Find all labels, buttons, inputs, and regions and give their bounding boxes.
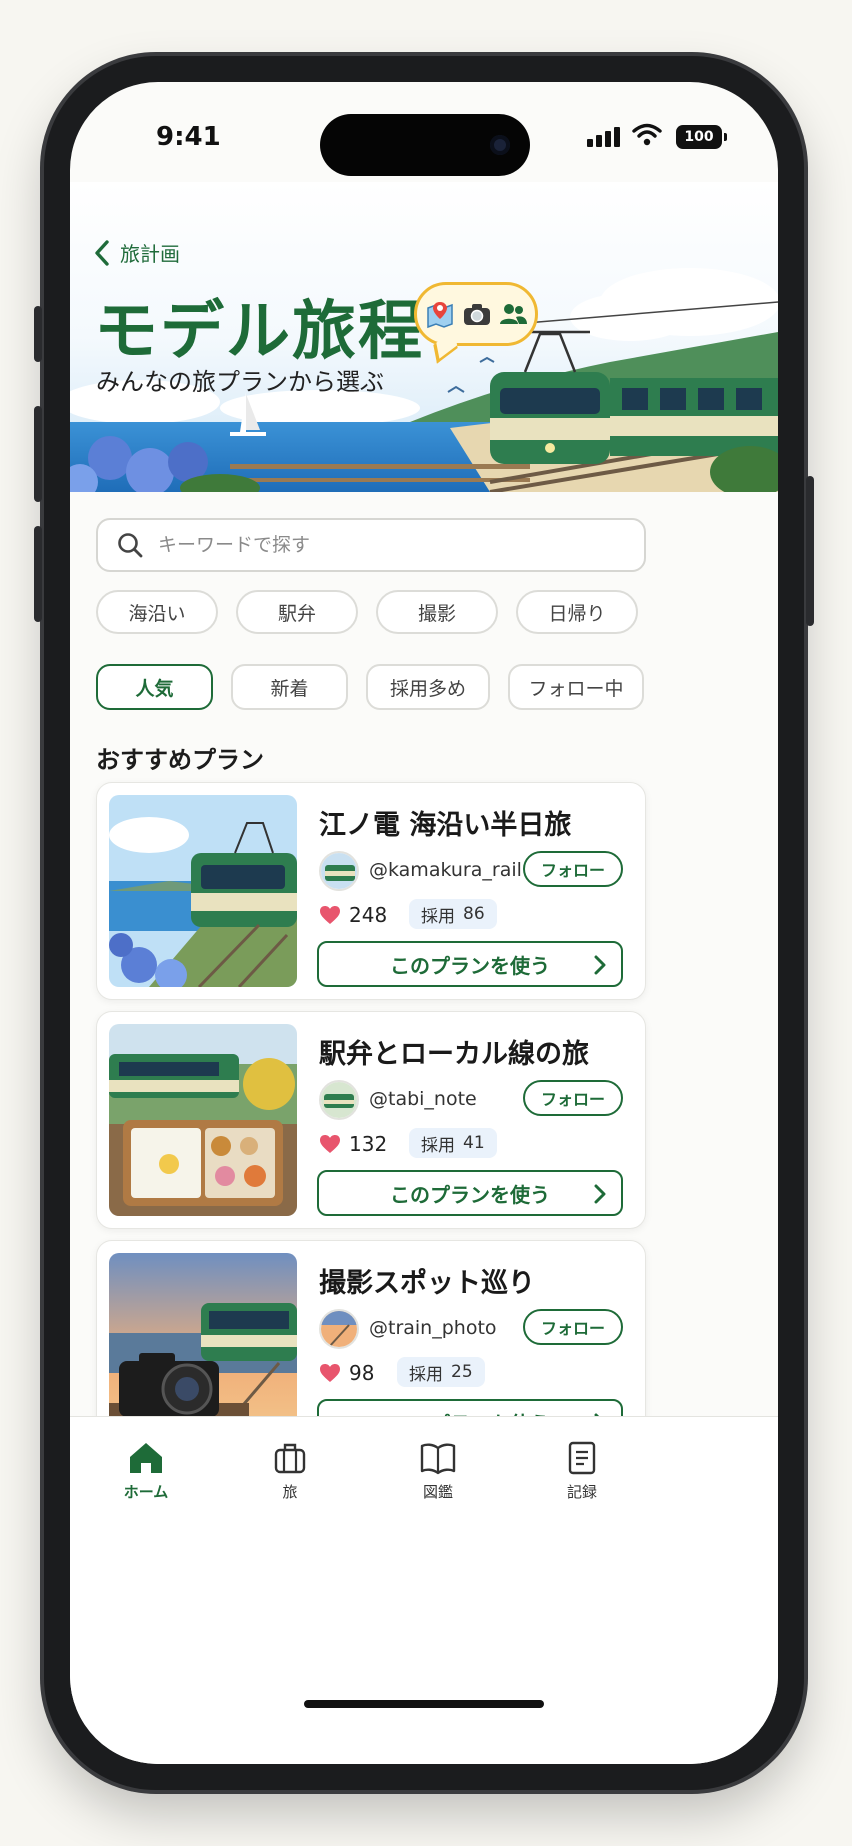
tab-trip-label: 旅 <box>282 1483 298 1501</box>
silent-switch <box>34 306 42 362</box>
like-count[interactable]: 248 <box>319 903 387 927</box>
map-pin-icon <box>427 302 453 329</box>
tab-bar: ホーム 旅 図鑑 記録 <box>70 1416 778 1764</box>
heart-icon <box>320 1135 340 1153</box>
section-title: おすすめプラン <box>96 746 264 774</box>
use-plan-label: このプランを使う <box>390 1182 550 1207</box>
filter-chip-daytrip[interactable]: 日帰り <box>516 590 638 634</box>
adopt-badge: 採用 41 <box>409 1128 497 1158</box>
avatar[interactable] <box>319 851 359 891</box>
plan-card[interactable]: 駅弁とローカル線の旅 @tabi_note フォロー 132 採用 41 このプ… <box>96 1011 646 1229</box>
use-plan-button[interactable]: このプランを使う <box>317 941 623 987</box>
adopt-count: 41 <box>463 1133 485 1153</box>
signal-icon <box>587 127 620 147</box>
search-input[interactable] <box>158 534 618 556</box>
home-indicator[interactable] <box>304 1700 544 1708</box>
author-handle[interactable]: @train_photo <box>369 1317 497 1339</box>
chevron-right-icon <box>594 1184 606 1204</box>
filter-chips: 海沿い 駅弁 撮影 日帰り <box>96 590 638 634</box>
plan-thumbnail <box>109 1024 297 1216</box>
status-bar: 9:41 100 <box>70 82 778 182</box>
battery-icon: 100 <box>676 125 727 149</box>
search-icon <box>118 533 143 558</box>
like-count-value: 98 <box>349 1361 375 1385</box>
back-button[interactable]: 旅計画 <box>94 238 180 267</box>
sort-tab-most-adopted[interactable]: 採用多め <box>366 664 490 710</box>
adopt-badge: 採用 25 <box>397 1357 485 1387</box>
filter-chip-seaside[interactable]: 海沿い <box>96 590 218 634</box>
page-subtitle: みんなの旅プランから選ぶ <box>96 368 384 396</box>
follow-button[interactable]: フォロー <box>523 1080 623 1116</box>
follow-button[interactable]: フォロー <box>523 851 623 887</box>
tab-encyclopedia-label: 図鑑 <box>422 1483 453 1501</box>
plan-title: 駅弁とローカル線の旅 <box>319 1039 589 1070</box>
document-icon <box>568 1441 596 1475</box>
author-handle[interactable]: @kamakura_rail <box>369 859 522 881</box>
like-count[interactable]: 132 <box>319 1132 387 1156</box>
chevron-right-icon <box>594 955 606 975</box>
people-icon <box>500 304 527 324</box>
plan-thumbnail <box>109 795 297 987</box>
tab-records[interactable]: 記録 <box>532 1441 632 1502</box>
page-title: モデル旅程 <box>94 295 424 369</box>
status-time: 9:41 <box>156 122 221 152</box>
sort-tab-following[interactable]: フォロー中 <box>508 664 644 710</box>
like-count-value: 248 <box>349 903 388 927</box>
sort-tabs: 人気 新着 採用多め フォロー中 <box>96 664 644 710</box>
tab-encyclopedia[interactable]: 図鑑 <box>388 1441 488 1502</box>
back-label: 旅計画 <box>120 242 180 266</box>
camera-icon <box>464 304 490 325</box>
avatar[interactable] <box>319 1080 359 1120</box>
chevron-left-icon <box>95 239 109 266</box>
home-icon <box>130 1443 162 1473</box>
use-plan-button[interactable]: このプランを使う <box>317 1170 623 1216</box>
dynamic-island <box>320 114 530 176</box>
plan-title: 江ノ電 海沿い半日旅 <box>319 810 572 841</box>
like-count-value: 132 <box>349 1132 388 1156</box>
use-plan-label: このプランを使う <box>390 953 550 978</box>
tab-trip[interactable]: 旅 <box>240 1441 340 1502</box>
sort-tab-popular[interactable]: 人気 <box>96 664 213 710</box>
like-count[interactable]: 98 <box>319 1361 374 1385</box>
adopt-label: 採用 <box>421 1135 455 1156</box>
adopt-count: 86 <box>463 904 485 924</box>
heart-icon <box>320 1364 340 1382</box>
wifi-icon <box>632 123 662 146</box>
hero-banner: 旅計画 モデル旅程 みんなの旅プランから選ぶ <box>70 182 778 492</box>
feature-bubble <box>414 282 538 346</box>
filter-chip-photo[interactable]: 撮影 <box>376 590 498 634</box>
power-button <box>806 476 814 626</box>
tab-records-label: 記録 <box>566 1483 597 1501</box>
volume-up-button <box>34 406 42 502</box>
plan-title: 撮影スポット巡り <box>319 1268 535 1299</box>
screen: 9:41 100 旅計画 モデル旅程 みんなの旅プランから選ぶ キーワードで探す… <box>70 82 778 1764</box>
adopt-badge: 採用 86 <box>409 899 497 929</box>
book-icon <box>420 1443 456 1475</box>
filter-chip-ekiben[interactable]: 駅弁 <box>236 590 358 634</box>
search-bar[interactable] <box>96 518 646 572</box>
sort-tab-new[interactable]: 新着 <box>231 664 348 710</box>
suitcase-icon <box>274 1443 306 1474</box>
tab-home-label: ホーム <box>123 1483 169 1501</box>
adopt-label: 採用 <box>409 1364 443 1385</box>
phone-frame: 9:41 100 旅計画 モデル旅程 みんなの旅プランから選ぶ キーワードで探す… <box>34 56 814 1790</box>
plan-card[interactable]: 江ノ電 海沿い半日旅 @kamakura_rail フォロー 248 採用 86… <box>96 782 646 1000</box>
front-camera <box>490 135 510 155</box>
heart-icon <box>320 906 340 924</box>
adopt-label: 採用 <box>421 906 455 927</box>
author-handle[interactable]: @tabi_note <box>369 1088 477 1110</box>
avatar[interactable] <box>319 1309 359 1349</box>
volume-down-button <box>34 526 42 622</box>
follow-button[interactable]: フォロー <box>523 1309 623 1345</box>
adopt-count: 25 <box>451 1362 473 1382</box>
tab-home[interactable]: ホーム <box>96 1441 196 1502</box>
